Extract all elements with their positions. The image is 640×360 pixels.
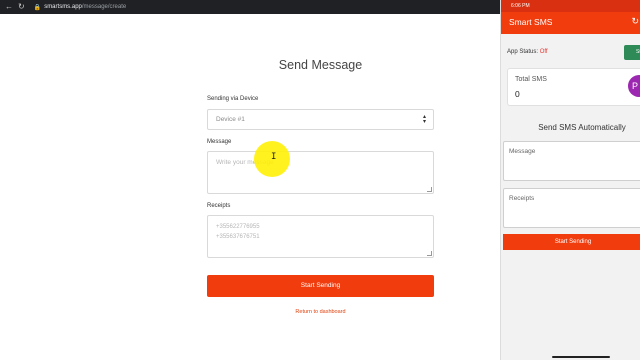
app-status-label: App Status: bbox=[507, 49, 539, 55]
app-bar: Smart SMS ↻ bbox=[501, 12, 640, 34]
phone-message-input[interactable]: Message bbox=[503, 141, 640, 181]
resize-handle[interactable] bbox=[427, 251, 432, 256]
address-bar[interactable]: smartsms.app/message/create bbox=[44, 4, 126, 10]
return-to-dashboard-link[interactable]: Return to dashboard bbox=[207, 309, 434, 315]
url-path: /message/create bbox=[81, 4, 127, 10]
receipts-placeholder-line: +355622776955 bbox=[216, 224, 260, 230]
start-sending-button[interactable]: Start Sending bbox=[207, 275, 434, 297]
refresh-icon[interactable]: ↻ bbox=[631, 16, 639, 27]
home-indicator bbox=[552, 356, 610, 358]
total-sms-card: Total SMS 0 bbox=[507, 68, 640, 106]
receipts-textarea[interactable]: +355622776955 +355637676751 bbox=[207, 215, 434, 258]
receipts-placeholder: +355622776955 +355637676751 bbox=[216, 222, 260, 242]
app-title: Smart SMS bbox=[509, 17, 553, 27]
phone-receipts-placeholder: Receipts bbox=[509, 195, 535, 202]
auto-send-heading: Send SMS Automatically bbox=[538, 123, 626, 132]
phone-status-bar: 6:06 PM bbox=[501, 0, 640, 12]
lock-icon: 🔒 bbox=[33, 4, 42, 11]
phone-start-sending-button[interactable]: Start Sending bbox=[503, 234, 640, 250]
text-cursor-icon: I bbox=[271, 152, 277, 162]
url-host: smartsms.app bbox=[44, 4, 82, 10]
reload-icon[interactable]: ↻ bbox=[18, 0, 25, 14]
message-textarea[interactable]: Write your message bbox=[207, 151, 434, 194]
page-title: Send Message bbox=[278, 58, 363, 72]
message-label: Message bbox=[207, 139, 232, 145]
status-time: 6:06 PM bbox=[511, 3, 530, 9]
app-status: App Status: Off bbox=[507, 49, 548, 55]
app-status-value: Off bbox=[539, 49, 548, 55]
resize-handle[interactable] bbox=[427, 187, 432, 192]
total-sms-label: Total SMS bbox=[515, 76, 547, 83]
back-icon[interactable]: ← bbox=[5, 0, 13, 14]
web-page: Send Message Sending via Device Device #… bbox=[0, 14, 500, 360]
phone-receipts-input[interactable]: Receipts bbox=[503, 188, 640, 228]
device-select[interactable]: Device #1 ▴ ▾ bbox=[207, 109, 434, 130]
start-service-button[interactable]: St bbox=[624, 45, 640, 60]
total-sms-value: 0 bbox=[515, 89, 520, 99]
device-label: Sending via Device bbox=[207, 96, 259, 102]
receipts-placeholder-line: +355637676751 bbox=[216, 234, 260, 240]
receipts-label: Receipts bbox=[207, 203, 231, 209]
select-caret-icon: ▴ ▾ bbox=[422, 114, 426, 125]
phone-message-placeholder: Message bbox=[509, 148, 536, 155]
device-select-value: Device #1 bbox=[216, 116, 245, 123]
